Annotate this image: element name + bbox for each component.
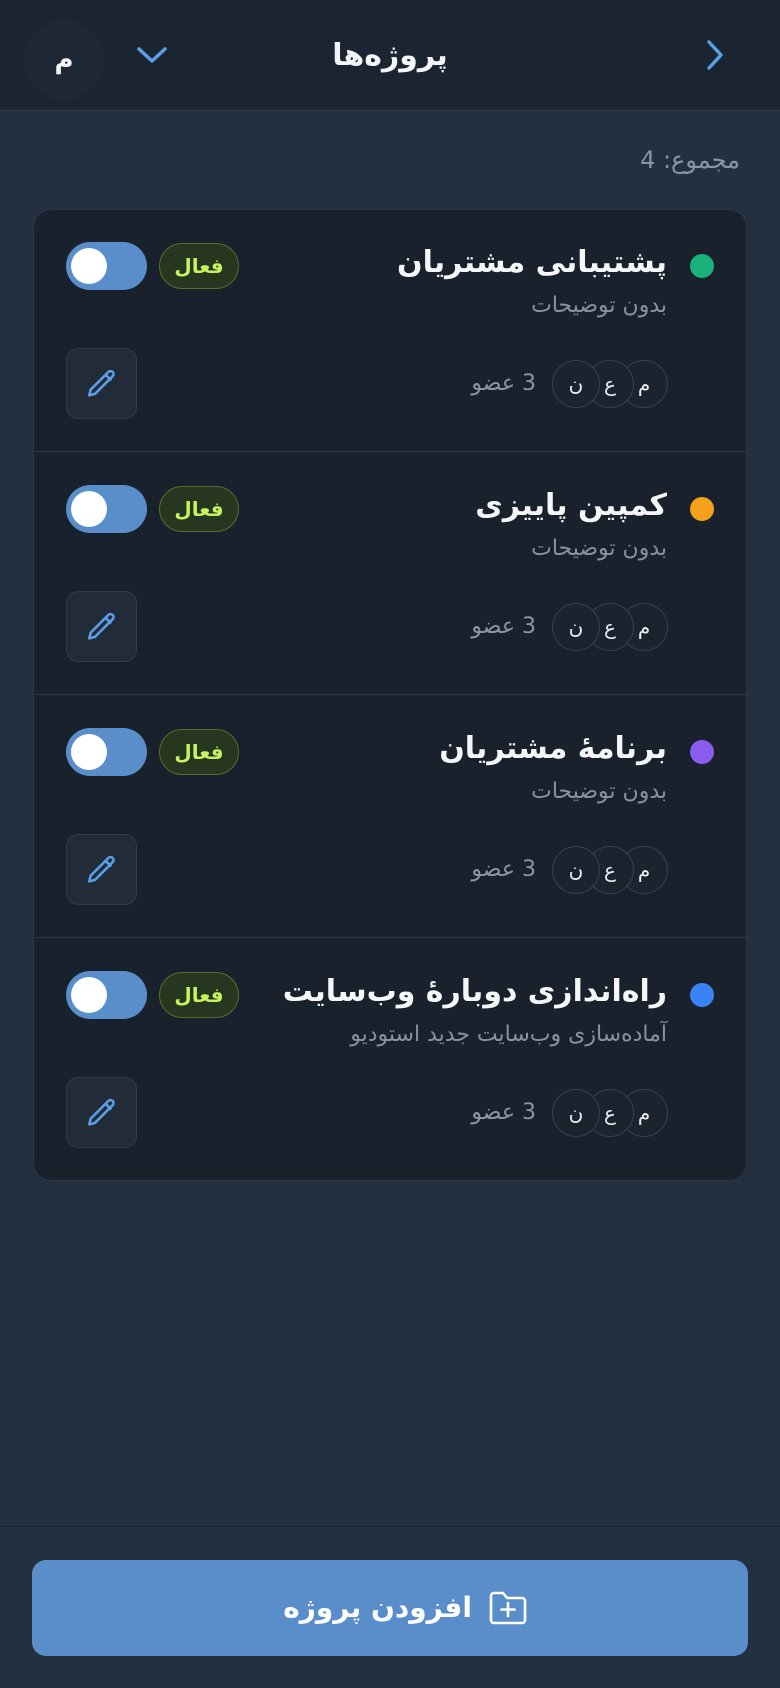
- project-name: پشتیبانی مشتریان: [397, 245, 667, 280]
- project-list: پشتیبانی مشتریان بدون توضیحات فعال م ع ن…: [33, 209, 747, 1181]
- member-avatars: م ع ن: [552, 1089, 668, 1137]
- project-color-dot: [690, 497, 714, 521]
- project-description: آماده‌سازی وب‌سایت جدید استودیو: [350, 1022, 667, 1047]
- project-description: بدون توضیحات: [531, 536, 667, 561]
- top-app-bar: پروژه‌ها م: [0, 0, 780, 111]
- edit-project-button[interactable]: [66, 834, 137, 905]
- project-active-toggle[interactable]: [66, 728, 147, 776]
- project-card: کمپین پاییزی بدون توضیحات فعال م ع ن 3 ع…: [34, 453, 746, 695]
- project-color-dot: [690, 983, 714, 1007]
- bottom-action-bar: افزودن پروژه: [0, 1526, 780, 1688]
- back-button[interactable]: [700, 35, 730, 75]
- user-avatar[interactable]: م: [24, 20, 104, 100]
- edit-project-button[interactable]: [66, 348, 137, 419]
- project-name: راه‌اندازی دوبارهٔ وب‌سایت: [282, 974, 667, 1009]
- project-name: برنامهٔ مشتریان: [439, 731, 667, 766]
- pencil-icon: [87, 612, 115, 640]
- project-active-toggle[interactable]: [66, 971, 147, 1019]
- member-count: 3 عضو: [471, 1100, 536, 1125]
- project-active-toggle[interactable]: [66, 242, 147, 290]
- project-active-toggle[interactable]: [66, 485, 147, 533]
- member-avatars: م ع ن: [552, 603, 668, 651]
- project-card: پشتیبانی مشتریان بدون توضیحات فعال م ع ن…: [34, 210, 746, 452]
- status-badge: فعال: [159, 486, 239, 532]
- member-avatar: ن: [552, 603, 600, 651]
- project-name: کمپین پاییزی: [475, 488, 667, 523]
- status-badge: فعال: [159, 972, 239, 1018]
- member-avatars: م ع ن: [552, 360, 668, 408]
- project-card: برنامهٔ مشتریان بدون توضیحات فعال م ع ن …: [34, 696, 746, 938]
- toggle-knob: [71, 248, 107, 284]
- project-color-dot: [690, 740, 714, 764]
- member-count: 3 عضو: [471, 371, 536, 396]
- chevron-right-icon: [707, 40, 723, 70]
- toggle-knob: [71, 734, 107, 770]
- pencil-icon: [87, 855, 115, 883]
- status-badge: فعال: [159, 729, 239, 775]
- toggle-knob: [71, 491, 107, 527]
- status-badge: فعال: [159, 243, 239, 289]
- total-count: مجموع: 4: [640, 146, 740, 174]
- member-count: 3 عضو: [471, 614, 536, 639]
- project-color-dot: [690, 254, 714, 278]
- chevron-down-icon: [137, 47, 167, 63]
- toggle-knob: [71, 977, 107, 1013]
- member-avatar: ن: [552, 846, 600, 894]
- member-avatar: ن: [552, 360, 600, 408]
- project-card: راه‌اندازی دوبارهٔ وب‌سایت آماده‌سازی وب…: [34, 939, 746, 1180]
- pencil-icon: [87, 1098, 115, 1126]
- account-menu-button[interactable]: [132, 38, 172, 72]
- member-avatar: ن: [552, 1089, 600, 1137]
- member-count: 3 عضو: [471, 857, 536, 882]
- page-title: پروژه‌ها: [332, 38, 448, 73]
- pencil-icon: [87, 369, 115, 397]
- edit-project-button[interactable]: [66, 1077, 137, 1148]
- member-avatars: م ع ن: [552, 846, 668, 894]
- folder-plus-icon: [486, 1586, 530, 1630]
- add-project-button[interactable]: افزودن پروژه: [32, 1560, 748, 1656]
- project-description: بدون توضیحات: [531, 293, 667, 318]
- edit-project-button[interactable]: [66, 591, 137, 662]
- add-project-label: افزودن پروژه: [283, 1591, 472, 1624]
- project-description: بدون توضیحات: [531, 779, 667, 804]
